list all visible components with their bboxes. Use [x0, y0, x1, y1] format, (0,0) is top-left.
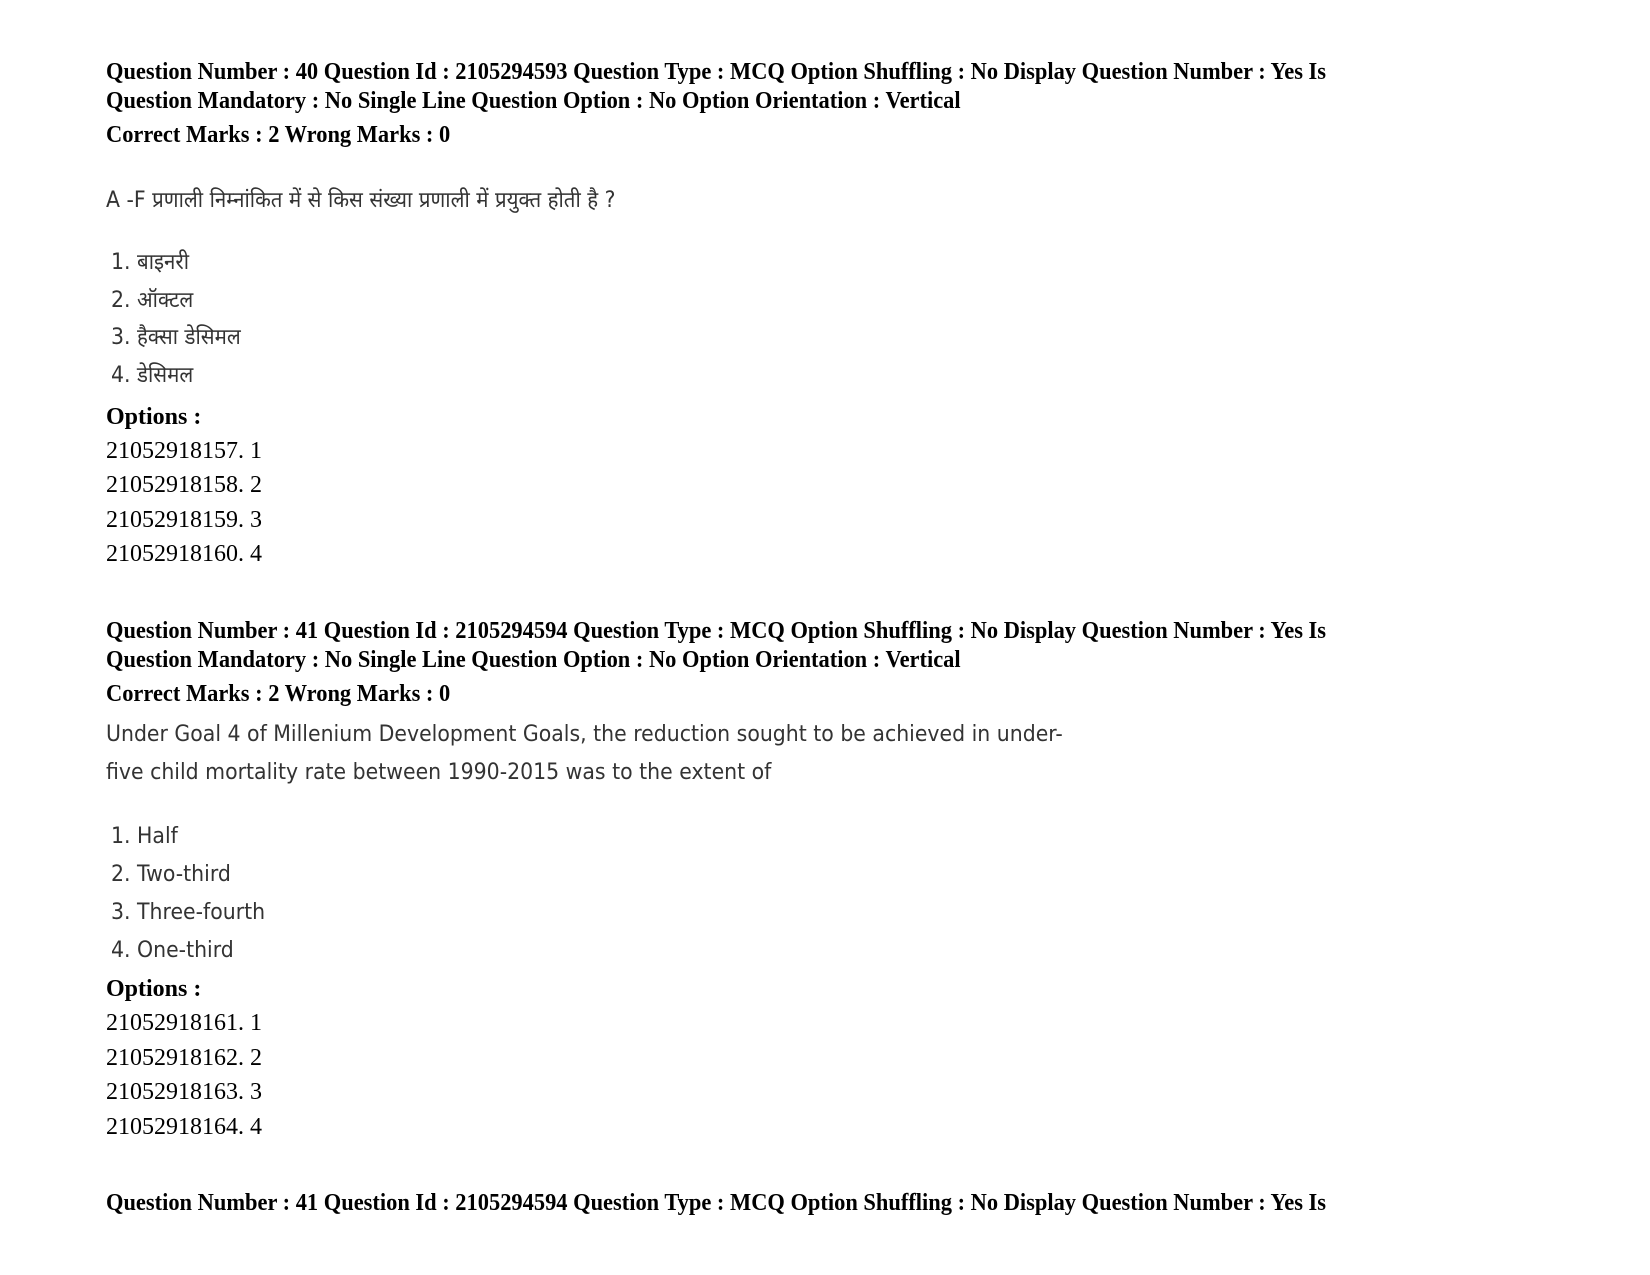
question-41-option-id-1: 21052918161. 1	[106, 1010, 262, 1036]
question-40-option-id-2: 21052918158. 2	[106, 472, 262, 498]
question-40-option-id-4: 21052918160. 4	[106, 541, 262, 567]
question-40-choice-4: 4. डेसिमल	[111, 363, 194, 388]
question-40-option-id-3: 21052918159. 3	[106, 507, 262, 533]
question-41-option-id-2: 21052918162. 2	[106, 1045, 262, 1071]
question-41-text-line1: Under Goal 4 of Millenium Development Go…	[106, 722, 1063, 747]
question-41-choice-1: 1. Half	[111, 824, 178, 849]
question-40-options-label: Options :	[106, 404, 202, 430]
question-41-text-line2: five child mortality rate between 1990-2…	[106, 760, 772, 785]
question-41-marks: Correct Marks : 2 Wrong Marks : 0	[106, 681, 451, 707]
question-40-choice-2: 2. ऑक्टल	[111, 288, 194, 313]
question-41-options-label: Options :	[106, 976, 202, 1002]
question-41-choice-3: 3. Three-fourth	[111, 900, 266, 925]
question-41-choice-4: 4. One-third	[111, 938, 234, 963]
question-41-header-line2: Question Mandatory : No Single Line Ques…	[106, 647, 961, 673]
question-41-header-line1: Question Number : 41 Question Id : 21052…	[106, 618, 1326, 644]
question-40-choice-3: 3. हैक्सा डेसिमल	[111, 325, 241, 350]
question-40-choice-1: 1. बाइनरी	[111, 250, 190, 275]
next-question-header-line1: Question Number : 41 Question Id : 21052…	[106, 1190, 1326, 1216]
question-40-header-line1: Question Number : 40 Question Id : 21052…	[106, 59, 1326, 85]
question-40-option-id-1: 21052918157. 1	[106, 438, 262, 464]
question-40-text: A -F प्रणाली निम्नांकित में से किस संख्य…	[106, 188, 616, 213]
document-page: Question Number : 40 Question Id : 21052…	[0, 0, 1650, 1275]
question-41-option-id-3: 21052918163. 3	[106, 1079, 262, 1105]
question-40-header-line2: Question Mandatory : No Single Line Ques…	[106, 88, 961, 114]
question-41-choice-2: 2. Two-third	[111, 862, 231, 887]
question-41-option-id-4: 21052918164. 4	[106, 1114, 262, 1140]
question-40-marks: Correct Marks : 2 Wrong Marks : 0	[106, 122, 451, 148]
